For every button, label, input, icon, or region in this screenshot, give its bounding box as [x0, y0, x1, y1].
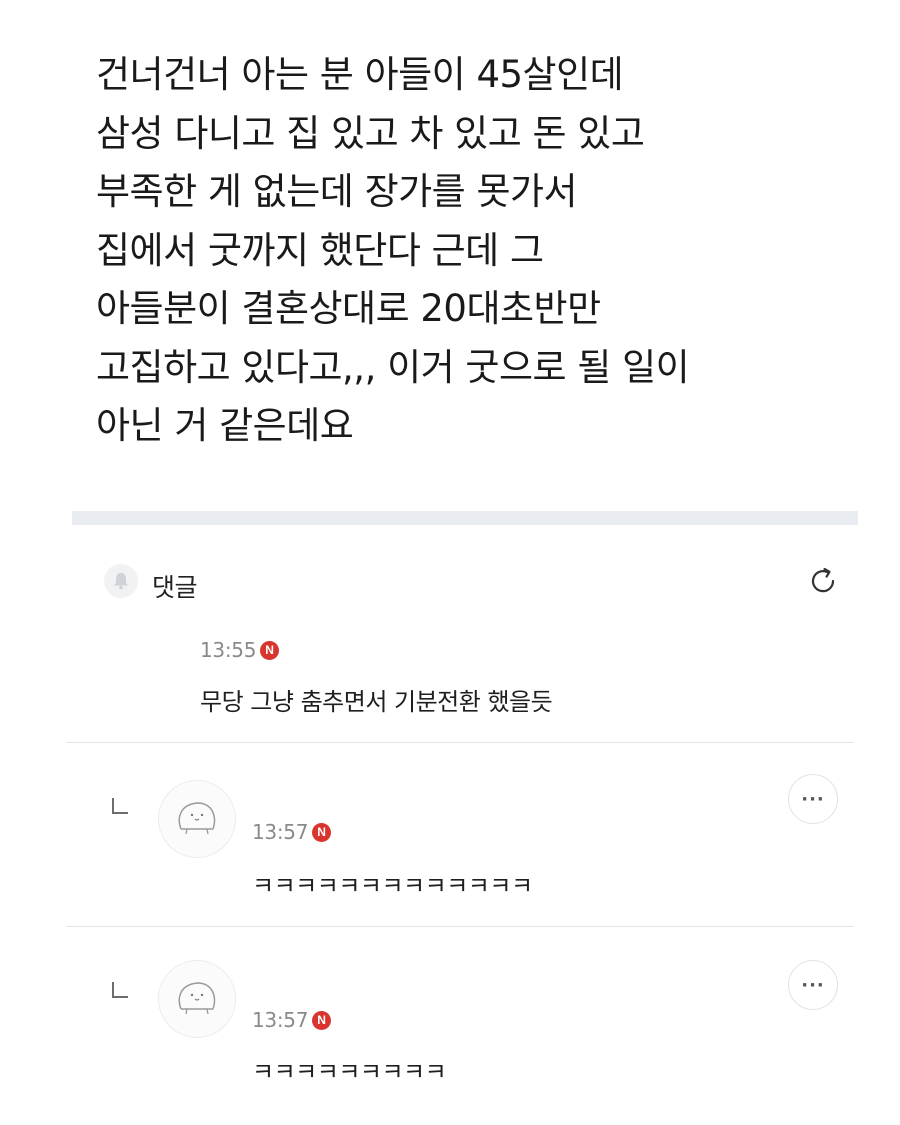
reply-indicator-icon [112, 982, 128, 998]
comment-item: 13:55 N 무당 그냥 춤추면서 기분전환 했을듯 [0, 630, 900, 740]
comment-text: ㅋㅋㅋㅋㅋㅋㅋㅋㅋ [252, 1058, 447, 1086]
bell-icon[interactable] [104, 564, 138, 598]
post-line: 부족한 게 없는데 장가를 못가서 [96, 170, 578, 213]
comment-meta: 13:57 N [252, 820, 332, 844]
post-body: 건너건너 아는 분 아들이 45살인데 삼성 다니고 집 있고 차 있고 돈 있… [96, 46, 856, 456]
reply-item: 13:57 N ㅋㅋㅋㅋㅋㅋㅋㅋㅋㅋㅋㅋㅋ ··· [0, 742, 900, 926]
comment-text: 무당 그냥 춤추면서 기분전환 했을듯 [200, 688, 553, 716]
page: 건너건너 아는 분 아들이 45살인데 삼성 다니고 집 있고 차 있고 돈 있… [0, 0, 900, 1125]
comments-header: 댓글 [104, 558, 844, 608]
post-line: 아들분이 결혼상대로 20대초반만 [96, 287, 601, 330]
comment-time: 13:57 [252, 820, 309, 844]
post-line: 건너건너 아는 분 아들이 45살인데 [96, 53, 624, 96]
refresh-icon[interactable] [802, 560, 844, 602]
reply-indicator-icon [112, 798, 128, 814]
new-badge: N [312, 1010, 332, 1030]
comment-text: ㅋㅋㅋㅋㅋㅋㅋㅋㅋㅋㅋㅋㅋ [252, 872, 533, 900]
comment-meta: 13:57 N [252, 1008, 332, 1032]
post-line: 아닌 거 같은데요 [96, 404, 354, 447]
section-divider [72, 511, 858, 525]
avatar[interactable] [158, 780, 236, 858]
avatar-face-icon [178, 802, 216, 835]
new-badge: N [312, 822, 332, 842]
reply-item: 13:57 N ㅋㅋㅋㅋㅋㅋㅋㅋㅋ ··· [0, 926, 900, 1116]
comment-time: 13:55 [200, 638, 257, 662]
post-line: 삼성 다니고 집 있고 차 있고 돈 있고 [96, 111, 645, 155]
avatar[interactable] [158, 960, 236, 1038]
new-badge: N [260, 640, 280, 660]
comment-time: 13:57 [252, 1008, 309, 1032]
more-options-button[interactable]: ··· [788, 774, 838, 824]
post-line: 집에서 굿까지 했단다 근데 그 [96, 228, 544, 272]
avatar-face-icon [178, 982, 216, 1015]
post-line: 고집하고 있다고,,, 이거 굿으로 될 일이 [96, 345, 690, 389]
comment-meta: 13:55 N [200, 638, 280, 662]
more-options-button[interactable]: ··· [788, 960, 838, 1010]
comments-title: 댓글 [152, 573, 198, 602]
